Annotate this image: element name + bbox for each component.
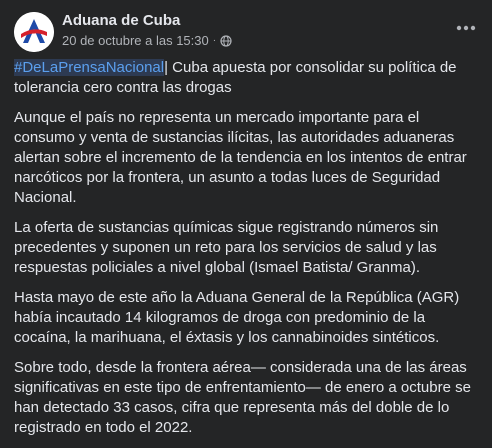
post-header: Aduana de Cuba 20 de octubre a las 15:30…: [14, 10, 478, 54]
post-paragraph-3: Hasta mayo de este año la Aduana General…: [14, 289, 460, 346]
post-meta: 20 de octubre a las 15:30 ·: [62, 33, 232, 48]
aduana-logo-icon: [14, 12, 54, 52]
post-body: #DeLaPrensaNacional| Cuba apuesta por co…: [14, 58, 478, 448]
more-options-icon: [456, 25, 476, 31]
post-paragraph-2: La oferta de sustancias químicas sigue r…: [14, 219, 439, 276]
post-paragraph-1: Aunque el país no representa un mercado …: [14, 109, 467, 206]
post-timestamp[interactable]: 20 de octubre a las 15:30: [62, 33, 209, 48]
meta-separator: ·: [212, 35, 217, 46]
facebook-post: Aduana de Cuba 20 de octubre a las 15:30…: [0, 0, 492, 436]
post-paragraph-4: Sobre todo, desde la frontera aérea— con…: [14, 359, 471, 436]
hashtag-link[interactable]: #DeLaPrensaNacional: [14, 59, 165, 76]
page-avatar[interactable]: [14, 12, 54, 52]
post-headline: #DeLaPrensaNacional| Cuba apuesta por co…: [14, 58, 478, 98]
globe-icon[interactable]: [220, 34, 232, 47]
author-name[interactable]: Aduana de Cuba: [62, 12, 180, 29]
more-options-button[interactable]: [454, 16, 478, 40]
